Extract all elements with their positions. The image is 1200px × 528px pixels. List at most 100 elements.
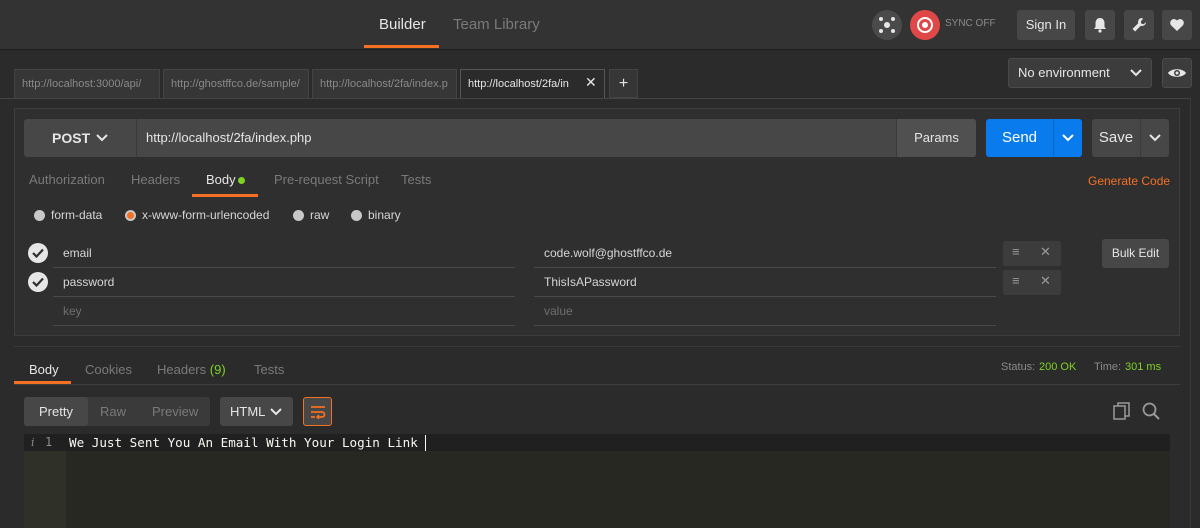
url-input[interactable]: http://localhost/2fa/index.php [146,119,312,157]
response-tab-headers-label: Headers [157,362,207,377]
chevron-down-icon [1062,134,1074,142]
chevron-down-icon [96,134,108,142]
key-placeholder[interactable]: key [63,304,82,318]
value-underline [534,267,996,268]
response-tab-tests[interactable]: Tests [254,362,284,377]
response-top-border [14,346,1180,347]
radio-label: binary [368,208,401,222]
radio-dot [351,209,362,221]
tabs-divider [0,98,1190,99]
heart-icon[interactable] [1162,10,1192,40]
wrench-icon[interactable] [1124,10,1154,40]
sync-status-label: SYNC OFF [945,18,996,29]
search-icon[interactable] [1142,402,1160,423]
method-select[interactable]: POST [24,119,136,157]
eye-icon[interactable] [1162,58,1192,88]
key-underline [53,325,515,326]
value-underline [534,296,996,297]
radio-form-data[interactable]: form-data [34,208,102,222]
body-tab-underline [192,194,258,197]
radio-urlencoded[interactable]: x-www-form-urlencoded [125,208,269,222]
radio-label: x-www-form-urlencoded [142,208,270,222]
response-tab-headers[interactable]: Headers (9) [157,362,226,377]
close-icon[interactable]: ✕ [585,74,597,91]
generate-code-link[interactable]: Generate Code [1088,174,1170,188]
delete-row-icon[interactable]: ✕ [1040,273,1051,289]
response-tabs-divider [14,384,1180,385]
request-tab[interactable]: http://localhost:3000/api/ [14,69,160,98]
environment-select[interactable]: No environment [1008,58,1152,88]
interceptor-icon[interactable] [872,10,902,40]
body-indicator-dot [238,177,245,184]
environment-label: No environment [1018,65,1110,80]
chevron-down-icon [1149,134,1161,142]
wrap-lines-icon[interactable] [303,397,332,426]
tab-body[interactable]: Body [206,172,236,187]
tab-tests[interactable]: Tests [401,172,431,187]
value-input[interactable]: ThisIsAPassword [544,275,637,289]
save-dropdown-button[interactable] [1140,119,1169,157]
check-icon [32,277,44,287]
check-icon [32,248,44,258]
info-icon: i [31,436,35,449]
response-body-text: We Just Sent You An Email With Your Logi… [69,435,418,450]
request-tab-active[interactable]: http://localhost/2fa/in [460,69,605,98]
request-tab-label: http://localhost/2fa/in [468,78,569,90]
delete-row-icon[interactable]: ✕ [1040,244,1051,260]
format-label: HTML [230,404,266,419]
radio-label: raw [310,208,330,222]
sign-in-button[interactable]: Sign In [1017,10,1075,40]
bulk-edit-button[interactable]: Bulk Edit [1102,239,1169,268]
sync-icon[interactable] [910,10,940,40]
radio-raw[interactable]: raw [293,208,329,222]
time-value: 301 ms [1125,361,1162,373]
method-divider [136,119,137,157]
method-label: POST [52,130,91,146]
text-cursor [425,435,426,451]
row-checkbox[interactable] [28,243,48,263]
tab-team-library[interactable]: Team Library [453,0,540,48]
response-tab-body[interactable]: Body [29,362,59,377]
key-input[interactable]: email [63,246,92,260]
drag-handle-icon[interactable]: ≡ [1012,244,1020,259]
radio-binary[interactable]: binary [351,208,401,222]
radio-dot [125,209,136,221]
tab-headers[interactable]: Headers [131,172,180,187]
request-tab[interactable]: http://ghostffco.de/sample/ [163,69,309,98]
drag-handle-icon[interactable]: ≡ [1012,273,1020,288]
key-input[interactable]: password [63,275,114,289]
new-tab-button[interactable]: + [609,69,638,98]
value-input[interactable]: code.wolf@ghostffco.de [544,246,672,260]
builder-tab-underline [364,45,439,48]
chevron-down-icon [270,408,282,416]
view-raw-button[interactable]: Raw [100,397,126,426]
chevron-down-icon [1130,69,1142,77]
headers-count-badge: (9) [209,362,226,377]
key-underline [53,267,515,268]
copy-icon[interactable] [1113,402,1131,423]
view-pretty-button[interactable]: Pretty [24,397,88,426]
bell-icon[interactable] [1085,10,1115,40]
request-tab[interactable]: http://localhost/2fa/index.p [312,69,457,98]
tab-pre-request-script[interactable]: Pre-request Script [274,172,379,187]
send-dropdown-button[interactable] [1053,119,1082,157]
response-tab-cookies[interactable]: Cookies [85,362,132,377]
row-checkbox[interactable] [28,272,48,292]
scrollbar[interactable] [1190,98,1200,528]
params-button[interactable]: Params [896,119,976,157]
status-label: Status: [1001,361,1036,373]
value-placeholder[interactable]: value [544,304,573,318]
key-underline [53,296,515,297]
time-label: Time: [1094,361,1122,373]
send-button[interactable]: Send [986,119,1053,157]
format-select[interactable]: HTML [220,397,293,426]
tab-authorization[interactable]: Authorization [29,172,105,187]
radio-dot [34,209,45,221]
radio-dot [293,209,304,221]
save-button[interactable]: Save [1092,119,1140,157]
tab-builder[interactable]: Builder [379,0,426,48]
radio-label: form-data [51,208,103,222]
line-number: 1 [45,435,53,449]
view-preview-button[interactable]: Preview [152,397,198,426]
value-underline [534,325,996,326]
